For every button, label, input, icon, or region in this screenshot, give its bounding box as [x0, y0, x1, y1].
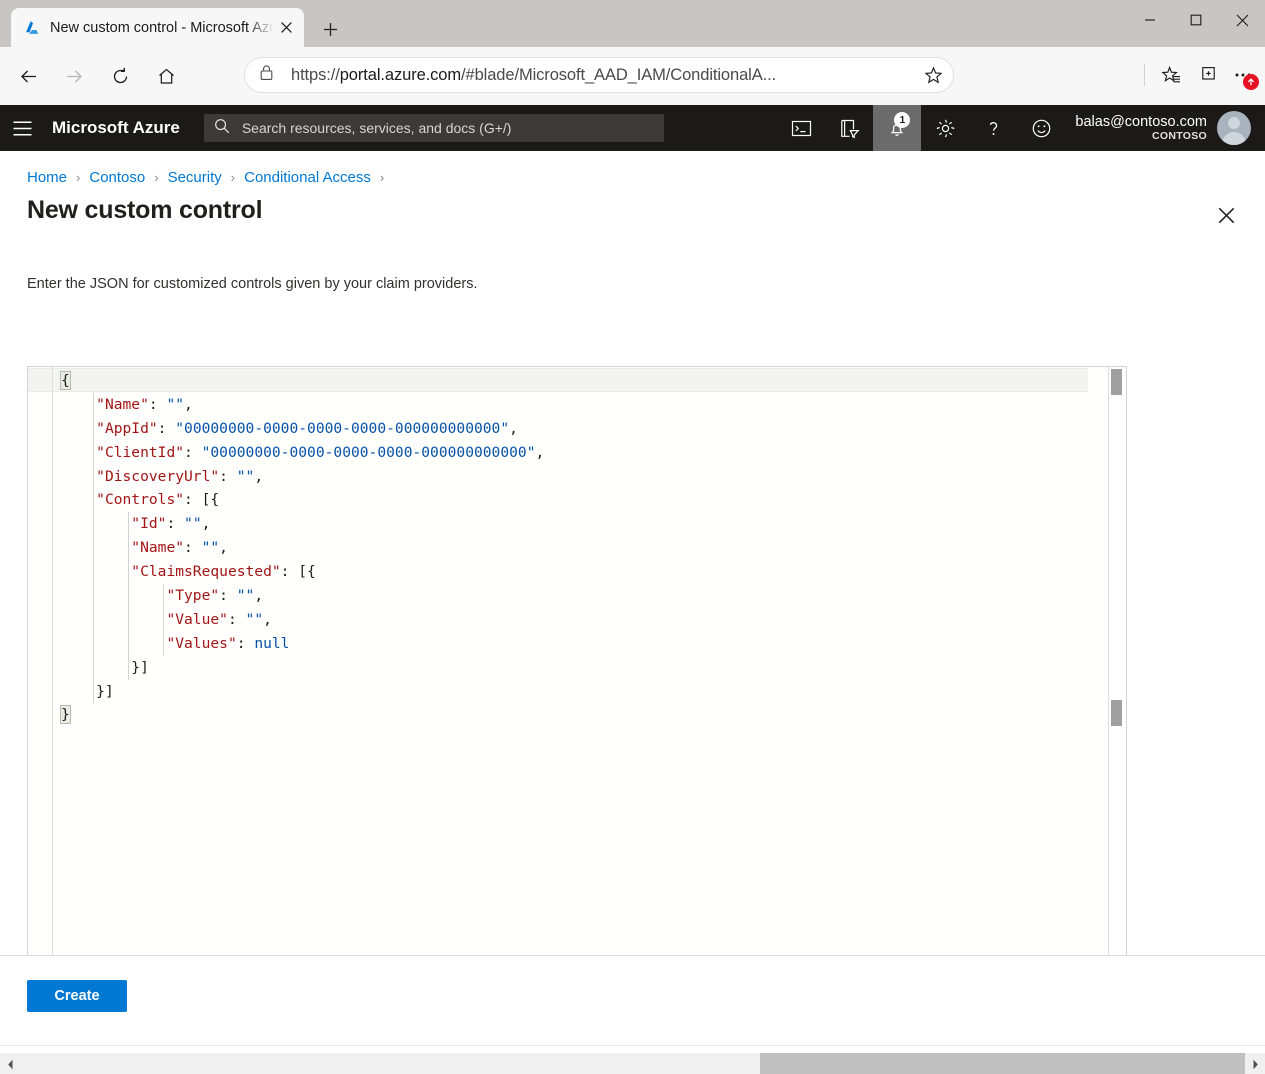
code-line: }]: [28, 656, 1108, 680]
azure-top-bar: Microsoft Azure: [0, 105, 1265, 151]
blade-footer: Create: [0, 955, 1265, 1045]
search-input-wrap[interactable]: [204, 114, 664, 142]
refresh-icon[interactable]: [102, 58, 138, 94]
bracket-open: {: [61, 372, 70, 389]
collections-icon[interactable]: [1189, 57, 1225, 93]
account-tenant: CONTOSO: [1075, 130, 1207, 142]
breadcrumb-item-home[interactable]: Home: [27, 169, 67, 186]
breadcrumb-item-contoso[interactable]: Contoso: [89, 169, 145, 186]
json-editor[interactable]: { "Name": "", "AppId": "00000000-0000-00…: [27, 366, 1127, 991]
code-line: "ClientId": "00000000-0000-0000-0000-000…: [28, 441, 1108, 465]
chevron-right-icon: ›: [76, 170, 80, 185]
code-line: }: [28, 703, 1108, 727]
code-line: }]: [28, 680, 1108, 704]
blade-new-custom-control: Home › Contoso › Security › Conditional …: [0, 151, 1265, 292]
toolbar-right-icons: [1130, 57, 1261, 93]
code-line: "Controls": [{: [28, 488, 1108, 512]
page-title: New custom control: [27, 196, 1210, 225]
json-editor-surface[interactable]: { "Name": "", "AppId": "00000000-0000-00…: [28, 367, 1108, 990]
azure-brand[interactable]: Microsoft Azure: [52, 118, 180, 138]
code-line: "Name": "",: [28, 393, 1108, 417]
account-email: balas@contoso.com: [1075, 114, 1207, 131]
account-menu[interactable]: balas@contoso.com CONTOSO: [1065, 105, 1265, 151]
bracket-close: }]: [131, 659, 149, 676]
bracket-close: }: [61, 706, 70, 723]
overview-mark: [1111, 700, 1122, 726]
notification-badge: 1: [894, 112, 910, 128]
close-icon[interactable]: [1210, 199, 1242, 231]
code-line: "Values": null: [28, 632, 1108, 656]
ellipsis-icon[interactable]: [1225, 57, 1261, 93]
breadcrumb: Home › Contoso › Security › Conditional …: [0, 151, 1265, 186]
azure-portal: Microsoft Azure: [0, 105, 1265, 1045]
update-arrow-icon: [1243, 74, 1259, 90]
code-line: "Type": "",: [28, 584, 1108, 608]
address-bar[interactable]: https://portal.azure.com/#blade/Microsof…: [244, 57, 954, 93]
azure-logo-icon: [23, 19, 41, 37]
code-line: "ClaimsRequested": [{: [28, 560, 1108, 584]
lock-icon: [259, 64, 277, 86]
favorites-list-icon[interactable]: [1153, 57, 1189, 93]
code-line: "DiscoveryUrl": "",: [28, 465, 1108, 489]
close-icon[interactable]: [1219, 0, 1265, 40]
url-path: /#blade/Microsoft_AAD_IAM/ConditionalA..…: [461, 66, 776, 84]
window-controls: [1127, 0, 1265, 40]
gear-icon[interactable]: [921, 105, 969, 151]
code-line: {: [28, 369, 1108, 393]
bracket-close: }]: [96, 683, 114, 700]
scrollbar-thumb[interactable]: [760, 1053, 1245, 1074]
chevron-right-icon: ›: [154, 170, 158, 185]
url-scheme: https://: [291, 66, 340, 84]
star-icon[interactable]: [919, 61, 947, 89]
url-text[interactable]: https://portal.azure.com/#blade/Microsof…: [291, 66, 919, 85]
horizontal-scrollbar[interactable]: [0, 1045, 1265, 1074]
tab-strip: New custom control - Microsoft Azure: [0, 0, 1265, 47]
chevron-right-icon[interactable]: [1245, 1053, 1265, 1074]
hamburger-icon[interactable]: [0, 105, 44, 151]
overview-mark: [1111, 369, 1122, 395]
arrow-right-icon: [56, 58, 92, 94]
instructions-text: Enter the JSON for customized controls g…: [0, 231, 1265, 292]
search-icon: [214, 118, 232, 139]
help-question-icon[interactable]: [969, 105, 1017, 151]
arrow-left-icon[interactable]: [10, 58, 46, 94]
code-line: "Name": "",: [28, 536, 1108, 560]
notifications-bell-icon[interactable]: 1: [873, 105, 921, 151]
tab-title: New custom control - Microsoft Azure: [50, 20, 274, 36]
close-icon[interactable]: [274, 16, 298, 40]
code-line: "AppId": "00000000-0000-0000-0000-000000…: [28, 417, 1108, 441]
code-line: "Id": "",: [28, 512, 1108, 536]
maximize-icon[interactable]: [1173, 0, 1219, 40]
chevron-right-icon: ›: [231, 170, 235, 185]
home-icon[interactable]: [148, 58, 184, 94]
blade-title-row: New custom control: [0, 186, 1265, 231]
url-domain: portal.azure.com: [340, 66, 461, 84]
browser-window: New custom control - Microsoft Azure: [0, 0, 1265, 1074]
breadcrumb-item-conditional-access[interactable]: Conditional Access: [244, 169, 371, 186]
search-input[interactable]: [240, 119, 654, 137]
cloud-shell-icon[interactable]: [777, 105, 825, 151]
azure-header-actions: 1: [777, 105, 1265, 151]
json-code[interactable]: { "Name": "", "AppId": "00000000-0000-00…: [28, 367, 1108, 727]
avatar[interactable]: [1217, 111, 1251, 145]
browser-tab[interactable]: New custom control - Microsoft Azure: [11, 8, 304, 47]
breadcrumb-item-security[interactable]: Security: [168, 169, 222, 186]
feedback-smiley-icon[interactable]: [1017, 105, 1065, 151]
editor-overview-ruler[interactable]: [1108, 367, 1126, 990]
browser-toolbar: https://portal.azure.com/#blade/Microsof…: [0, 47, 1265, 105]
code-line: "Value": "",: [28, 608, 1108, 632]
new-tab-button[interactable]: [316, 15, 344, 43]
chevron-right-icon: ›: [380, 170, 384, 185]
directories-subscriptions-icon[interactable]: [825, 105, 873, 151]
account-text: balas@contoso.com CONTOSO: [1075, 114, 1207, 143]
toolbar-divider: [1144, 64, 1145, 86]
chevron-left-icon[interactable]: [0, 1053, 20, 1074]
minimize-icon[interactable]: [1127, 0, 1173, 40]
create-button[interactable]: Create: [27, 980, 127, 1012]
